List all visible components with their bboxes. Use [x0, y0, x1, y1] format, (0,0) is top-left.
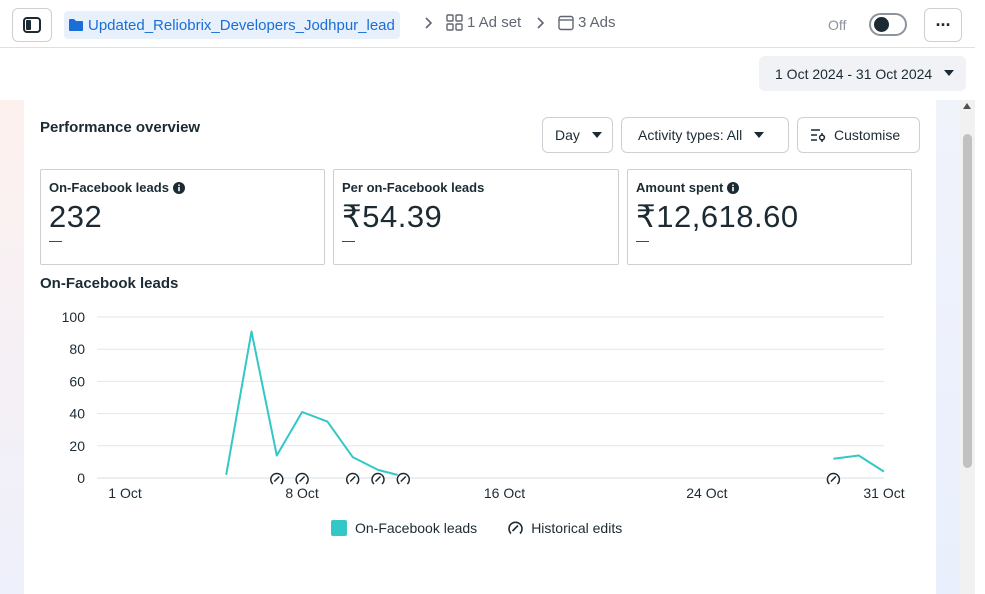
historical-edit-marker[interactable] [826, 472, 841, 486]
legend-label-leads: On-Facebook leads [355, 520, 478, 536]
legend-item-edits[interactable]: Historical edits [507, 520, 622, 536]
legend-item-leads[interactable]: On-Facebook leads [331, 520, 477, 536]
historical-edit-marker[interactable] [295, 472, 310, 486]
historical-edit-marker[interactable] [345, 472, 360, 486]
y-tick-label: 20 [69, 438, 85, 454]
leads-line-chart: 0 20 40 60 80 100 1 Oct 8 Oct 16 Oct 24 Oct 31 Oct [62, 309, 905, 501]
x-tick-label: 24 Oct [686, 485, 727, 501]
historical-edit-icon [508, 521, 523, 535]
y-tick-label: 80 [69, 341, 85, 357]
legend-swatch-icon [331, 520, 347, 536]
series-line [225, 330, 404, 478]
series-line [833, 454, 885, 473]
x-tick-label: 31 Oct [863, 485, 904, 501]
historical-edit-marker[interactable] [269, 472, 284, 486]
historical-edit-marker[interactable] [396, 472, 411, 486]
x-tick-label: 8 Oct [285, 485, 319, 501]
y-tick-label: 60 [69, 373, 85, 389]
x-tick-label: 1 Oct [108, 485, 142, 501]
y-tick-label: 0 [77, 470, 85, 486]
y-tick-label: 100 [62, 309, 86, 325]
legend-label-edits: Historical edits [531, 520, 623, 536]
x-tick-label: 16 Oct [484, 485, 525, 501]
chart-legend: On-Facebook leads Historical edits [331, 520, 622, 536]
historical-edit-marker[interactable] [371, 472, 385, 486]
y-tick-label: 40 [69, 406, 85, 422]
